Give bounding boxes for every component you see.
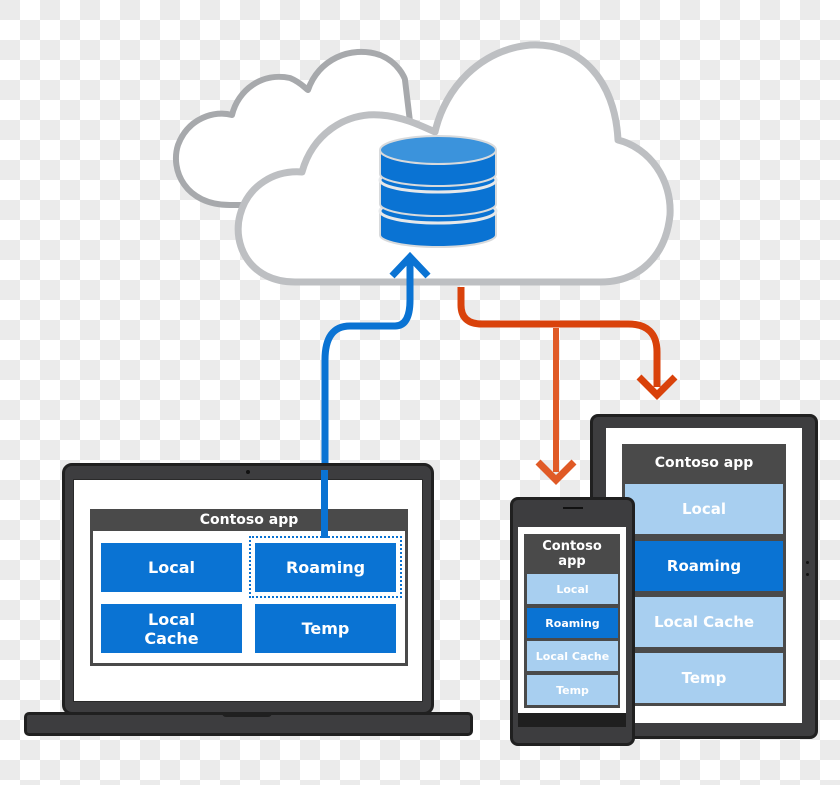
tablet-button xyxy=(806,573,809,576)
laptop-tile-local-cache[interactable]: Local Cache xyxy=(101,604,242,653)
tablet-app-title: Contoso app xyxy=(654,455,754,471)
laptop-tile-temp[interactable]: Temp xyxy=(255,604,396,653)
laptop-camera xyxy=(246,470,250,474)
tablet-row-temp[interactable]: Temp xyxy=(625,653,783,703)
phone-row-local-cache[interactable]: Local Cache xyxy=(527,641,618,671)
laptop-tile-local-cache-line2: Cache xyxy=(144,628,199,648)
upload-arrow-stem xyxy=(321,470,328,538)
phone-row-roaming[interactable]: Roaming xyxy=(527,608,618,638)
phone-app-title: Contoso app xyxy=(524,536,620,572)
phone-row-local[interactable]: Local xyxy=(527,574,618,604)
tablet-sensor xyxy=(806,561,809,564)
laptop-tile-local[interactable]: Local xyxy=(101,543,242,592)
phone-speaker xyxy=(563,507,583,509)
phone-app-title-line2: app xyxy=(558,554,586,569)
laptop-tile-roaming[interactable]: Roaming xyxy=(255,543,396,592)
tablet-row-roaming[interactable]: Roaming xyxy=(625,541,783,591)
phone-bottom-bar xyxy=(518,713,626,727)
tablet-row-local[interactable]: Local xyxy=(625,484,783,534)
laptop-tile-local-cache-line1: Local xyxy=(148,609,195,629)
database-icon xyxy=(378,135,498,248)
tablet-row-local-cache[interactable]: Local Cache xyxy=(625,597,783,647)
laptop-hinge-notch xyxy=(222,712,272,717)
phone-row-temp[interactable]: Temp xyxy=(527,675,618,705)
laptop-app-title: Contoso app xyxy=(199,512,299,528)
phone-app-title-line1: Contoso xyxy=(542,539,602,554)
